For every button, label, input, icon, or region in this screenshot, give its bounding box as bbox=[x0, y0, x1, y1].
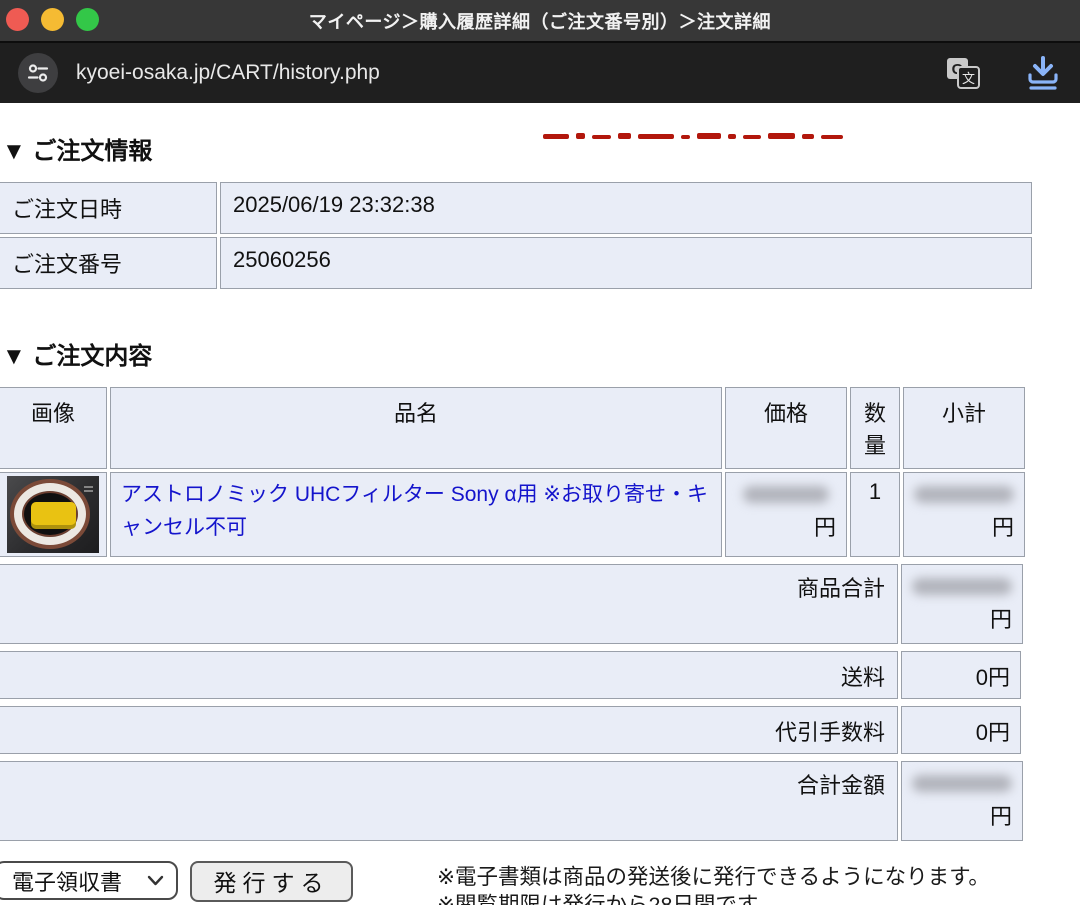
window-titlebar: マイページ＞購入履歴詳細（ご注文番号別）＞注文詳細 bbox=[0, 0, 1080, 41]
downloads-button[interactable] bbox=[1026, 55, 1060, 91]
minimize-window-button[interactable] bbox=[41, 8, 64, 31]
product-price-cell: 円 bbox=[725, 472, 847, 557]
table-row: 合計金額 円 bbox=[0, 761, 1023, 841]
order-date-label: ご注文日時 bbox=[0, 182, 217, 234]
svg-text:文: 文 bbox=[962, 72, 975, 87]
grand-total-label: 合計金額 bbox=[0, 761, 898, 841]
zoom-window-button[interactable] bbox=[76, 8, 99, 31]
redacted-grand-total-blur bbox=[912, 775, 1012, 792]
column-header-image: 画像 bbox=[0, 387, 107, 469]
column-header-quantity: 数量 bbox=[850, 387, 900, 469]
translate-button[interactable]: G 文 bbox=[946, 57, 980, 89]
redacted-total-blur bbox=[912, 578, 1012, 595]
product-row: アストロノミック UHCフィルター Sony α用 ※お取り寄せ・キャンセル不可… bbox=[0, 472, 1025, 557]
product-name-link[interactable]: アストロノミック UHCフィルター Sony α用 ※お取り寄せ・キャンセル不可 bbox=[121, 483, 708, 539]
product-thumbnail[interactable] bbox=[7, 476, 99, 553]
table-row: 代引手数料 0円 bbox=[0, 706, 1021, 754]
product-subtotal-cell: 円 bbox=[903, 472, 1025, 557]
order-contents-heading: ▼ ご注文内容 bbox=[0, 336, 1080, 371]
table-row: 送料 0円 bbox=[0, 651, 1021, 699]
shipping-row: 送料 0円 bbox=[0, 648, 1024, 702]
cod-fee-label: 代引手数料 bbox=[0, 706, 898, 754]
cod-fee-value: 0円 bbox=[901, 706, 1021, 754]
note-line: ※閲覧期限は発行から28日間です。 bbox=[437, 891, 990, 905]
window-title: マイページ＞購入履歴詳細（ご注文番号別）＞注文詳細 bbox=[309, 8, 771, 34]
order-info-heading: ▼ ご注文情報 bbox=[0, 131, 1080, 166]
receipt-type-value: 電子領収書 bbox=[12, 865, 122, 897]
product-image-cell bbox=[0, 472, 107, 557]
traffic-lights bbox=[6, 8, 99, 31]
table-header-row: 画像 品名 価格 数量 小計 bbox=[0, 387, 1025, 469]
receipt-type-select[interactable]: 電子領収書 bbox=[0, 861, 178, 900]
order-info-table: ご注文日時 2025/06/19 23:32:38 ご注文番号 25060256 bbox=[0, 179, 1035, 292]
redacted-subtotal-blur bbox=[914, 486, 1014, 503]
receipt-notes: ※電子書類は商品の発送後に発行できるようになります。 ※閲覧期限は発行から28日… bbox=[437, 861, 990, 905]
shipping-label: 送料 bbox=[0, 651, 898, 699]
items-total-value: 円 bbox=[901, 564, 1023, 644]
items-total-row: 商品合計 円 bbox=[0, 561, 1026, 647]
chevron-down-icon bbox=[147, 875, 164, 887]
column-header-subtotal: 小計 bbox=[903, 387, 1025, 469]
address-bar: kyoei-osaka.jp/CART/history.php G 文 bbox=[0, 43, 1080, 103]
google-translate-icon: G 文 bbox=[946, 57, 980, 89]
product-quantity-cell: 1 bbox=[850, 472, 900, 557]
tune-icon bbox=[27, 62, 49, 84]
redacted-price-blur bbox=[743, 486, 829, 503]
note-line: ※電子書類は商品の発送後に発行できるようになります。 bbox=[437, 863, 990, 891]
grand-total-value: 円 bbox=[901, 761, 1023, 841]
page-content: ▼ ご注文情報 ご注文日時 2025/06/19 23:32:38 ご注文番号 … bbox=[0, 131, 1080, 905]
product-name-cell: アストロノミック UHCフィルター Sony α用 ※お取り寄せ・キャンセル不可 bbox=[110, 472, 722, 557]
filter-glass-graphic bbox=[31, 502, 76, 529]
order-number-label: ご注文番号 bbox=[0, 237, 217, 289]
url-field[interactable]: kyoei-osaka.jp/CART/history.php bbox=[76, 61, 946, 85]
table-row: ご注文日時 2025/06/19 23:32:38 bbox=[0, 182, 1032, 234]
site-settings-button[interactable] bbox=[18, 53, 58, 93]
close-window-button[interactable] bbox=[6, 8, 29, 31]
column-header-name: 品名 bbox=[110, 387, 722, 469]
issue-receipt-button[interactable]: 発行する bbox=[190, 861, 353, 902]
table-row: ご注文番号 25060256 bbox=[0, 237, 1032, 289]
column-header-price: 価格 bbox=[725, 387, 847, 469]
shipping-value: 0円 bbox=[901, 651, 1021, 699]
items-total-label: 商品合計 bbox=[0, 564, 898, 644]
clipped-red-text bbox=[543, 131, 843, 139]
cod-fee-row: 代引手数料 0円 bbox=[0, 703, 1024, 757]
table-row: 商品合計 円 bbox=[0, 564, 1023, 644]
price-unit: 円 bbox=[736, 513, 836, 543]
receipt-controls: 電子領収書 発行する ※電子書類は商品の発送後に発行できるようになります。 ※閲… bbox=[0, 861, 1080, 905]
subtotal-unit: 円 bbox=[914, 513, 1014, 543]
order-items-table: 画像 品名 価格 数量 小計 アストロノミック UHCフィルター Sony α用… bbox=[0, 384, 1028, 560]
grand-total-row: 合計金額 円 bbox=[0, 758, 1026, 844]
order-date-value: 2025/06/19 23:32:38 bbox=[220, 182, 1032, 234]
download-icon bbox=[1026, 55, 1060, 91]
order-number-value: 25060256 bbox=[220, 237, 1032, 289]
